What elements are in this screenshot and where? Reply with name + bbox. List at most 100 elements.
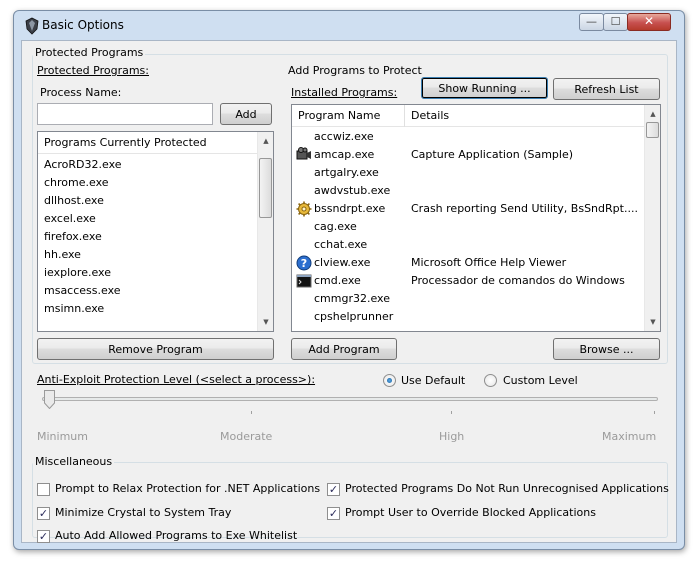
miscellaneous-group-label: Miscellaneous	[33, 455, 115, 468]
program-name-cell: awdvstub.exe	[314, 184, 391, 197]
protected-programs-label: Protected Programs:	[37, 64, 149, 77]
program-name-cell: artgalry.exe	[314, 166, 379, 179]
list-item[interactable]: msaccess.exe	[44, 282, 121, 300]
custom-level-radio[interactable]	[484, 374, 497, 387]
minimize-icon: —	[586, 15, 597, 28]
list-item[interactable]: chrome.exe	[44, 174, 109, 192]
maximize-icon: ☐	[610, 15, 621, 28]
show-running-button[interactable]: Show Running ...	[421, 77, 548, 99]
protected-programs-list[interactable]: Programs Currently Protected AcroRD32.ex…	[37, 131, 274, 332]
browse-button[interactable]: Browse ...	[553, 338, 660, 360]
level-maximum-label: Maximum	[602, 430, 657, 443]
slider-tick	[451, 411, 452, 414]
table-row[interactable]: cag.exe	[292, 218, 644, 236]
add-program-button[interactable]: Add Program	[291, 338, 397, 360]
table-row[interactable]: cpshelprunner	[292, 308, 644, 326]
protected-programs-group-label: Protected Programs	[33, 46, 146, 59]
slider-tick	[654, 411, 655, 414]
scrollbar-thumb[interactable]	[646, 122, 659, 138]
details-cell: Capture Application (Sample)	[411, 148, 574, 161]
table-row[interactable]: artgalry.exe	[292, 164, 644, 182]
miscellaneous-group	[32, 462, 668, 538]
program-name-cell: bssndrpt.exe	[314, 202, 386, 215]
camera-icon	[296, 147, 311, 160]
process-name-label: Process Name:	[40, 86, 122, 99]
level-moderate-label: Moderate	[220, 430, 273, 443]
program-name-cell: cmmgr32.exe	[314, 292, 390, 305]
auto-add-whitelist-checkbox[interactable]: ✓	[37, 530, 50, 543]
main-window: Basic Options — ☐ ✕ Protected Programs P…	[13, 10, 685, 550]
installed-programs-list[interactable]: Program Name Details accwiz.exe amcap.ex…	[291, 104, 661, 332]
list-item[interactable]: hh.exe	[44, 246, 81, 264]
protection-level-slider-track[interactable]	[42, 397, 658, 401]
auto-add-whitelist-label[interactable]: Auto Add Allowed Programs to Exe Whiteli…	[55, 529, 297, 542]
title-bar[interactable]: Basic Options — ☐ ✕	[14, 11, 684, 41]
program-name-cell: accwiz.exe	[314, 130, 374, 143]
minimize-tray-checkbox[interactable]: ✓	[37, 507, 50, 520]
console-icon	[296, 274, 312, 288]
window-title: Basic Options	[42, 18, 124, 32]
level-minimum-label: Minimum	[37, 430, 88, 443]
use-default-radio[interactable]	[383, 374, 396, 387]
program-name-cell: clview.exe	[314, 256, 371, 269]
custom-level-label[interactable]: Custom Level	[503, 374, 578, 387]
list-item[interactable]: iexplore.exe	[44, 264, 111, 282]
installed-list-scrollbar[interactable]: ▲ ▼	[644, 105, 660, 331]
refresh-list-button[interactable]: Refresh List	[553, 78, 660, 100]
maximize-button[interactable]: ☐	[603, 13, 628, 31]
scrollbar-thumb[interactable]	[259, 158, 272, 218]
table-row[interactable]: ? clview.exe Microsoft Office Help Viewe…	[292, 254, 644, 272]
list-item[interactable]: excel.exe	[44, 210, 96, 228]
close-icon: ✕	[643, 14, 655, 28]
program-name-cell: cpshelprunner	[314, 310, 394, 323]
anti-exploit-label: Anti-Exploit Protection Level (<select a…	[37, 373, 316, 386]
installed-programs-label: Installed Programs:	[291, 86, 398, 99]
column-program-name[interactable]: Program Name	[292, 105, 405, 127]
list-item[interactable]: msimn.exe	[44, 300, 104, 318]
minimize-button[interactable]: —	[579, 13, 604, 31]
details-cell: Crash reporting Send Utility, BsSndRpt..…	[411, 202, 638, 215]
scroll-down-icon[interactable]: ▼	[645, 314, 660, 330]
override-blocked-checkbox[interactable]: ✓	[327, 507, 340, 520]
column-details[interactable]: Details	[405, 105, 644, 127]
details-cell: Microsoft Office Help Viewer	[411, 256, 567, 269]
table-row[interactable]: cmd.exe Processador de comandos do Windo…	[292, 272, 644, 290]
gear-icon	[296, 201, 312, 217]
close-button[interactable]: ✕	[627, 13, 671, 31]
use-default-label[interactable]: Use Default	[401, 374, 465, 387]
list-item[interactable]: dllhost.exe	[44, 192, 104, 210]
no-unrecognised-label[interactable]: Protected Programs Do Not Run Unrecognis…	[345, 482, 669, 495]
relax-dotnet-label[interactable]: Prompt to Relax Protection for .NET Appl…	[55, 482, 320, 495]
protection-level-slider-thumb[interactable]	[44, 390, 55, 409]
table-row[interactable]: cchat.exe	[292, 236, 644, 254]
add-process-button[interactable]: Add	[220, 103, 272, 125]
dialog-client-area: Protected Programs Protected Programs: P…	[21, 40, 677, 543]
installed-list-header: Program Name Details	[292, 105, 644, 127]
table-row[interactable]: cmmgr32.exe	[292, 290, 644, 308]
scroll-up-icon[interactable]: ▲	[258, 133, 273, 149]
list-item[interactable]: AcroRD32.exe	[44, 156, 122, 174]
table-row[interactable]: bssndrpt.exe Crash reporting Send Utilit…	[292, 200, 644, 218]
crystal-app-icon	[25, 17, 39, 35]
table-row[interactable]: awdvstub.exe	[292, 182, 644, 200]
help-icon: ?	[296, 255, 312, 271]
scroll-down-icon[interactable]: ▼	[258, 314, 273, 330]
table-row[interactable]: amcap.exe Capture Application (Sample)	[292, 146, 644, 164]
list-item[interactable]: firefox.exe	[44, 228, 102, 246]
no-unrecognised-checkbox[interactable]: ✓	[327, 483, 340, 496]
programs-currently-protected-header: Programs Currently Protected	[38, 132, 257, 154]
protected-list-scrollbar[interactable]: ▲ ▼	[257, 132, 273, 331]
process-name-input[interactable]	[37, 103, 213, 125]
program-name-cell: cag.exe	[314, 220, 357, 233]
scroll-up-icon[interactable]: ▲	[645, 106, 660, 122]
add-programs-label: Add Programs to Protect	[288, 64, 422, 77]
program-name-cell: cmd.exe	[314, 274, 361, 287]
slider-tick	[251, 411, 252, 414]
table-row[interactable]: accwiz.exe	[292, 128, 644, 146]
remove-program-button[interactable]: Remove Program	[37, 338, 274, 360]
details-cell: Processador de comandos do Windows	[411, 274, 625, 287]
relax-dotnet-checkbox[interactable]	[37, 483, 50, 496]
program-name-cell: cchat.exe	[314, 238, 368, 251]
override-blocked-label[interactable]: Prompt User to Override Blocked Applicat…	[345, 506, 596, 519]
minimize-tray-label[interactable]: Minimize Crystal to System Tray	[55, 506, 231, 519]
